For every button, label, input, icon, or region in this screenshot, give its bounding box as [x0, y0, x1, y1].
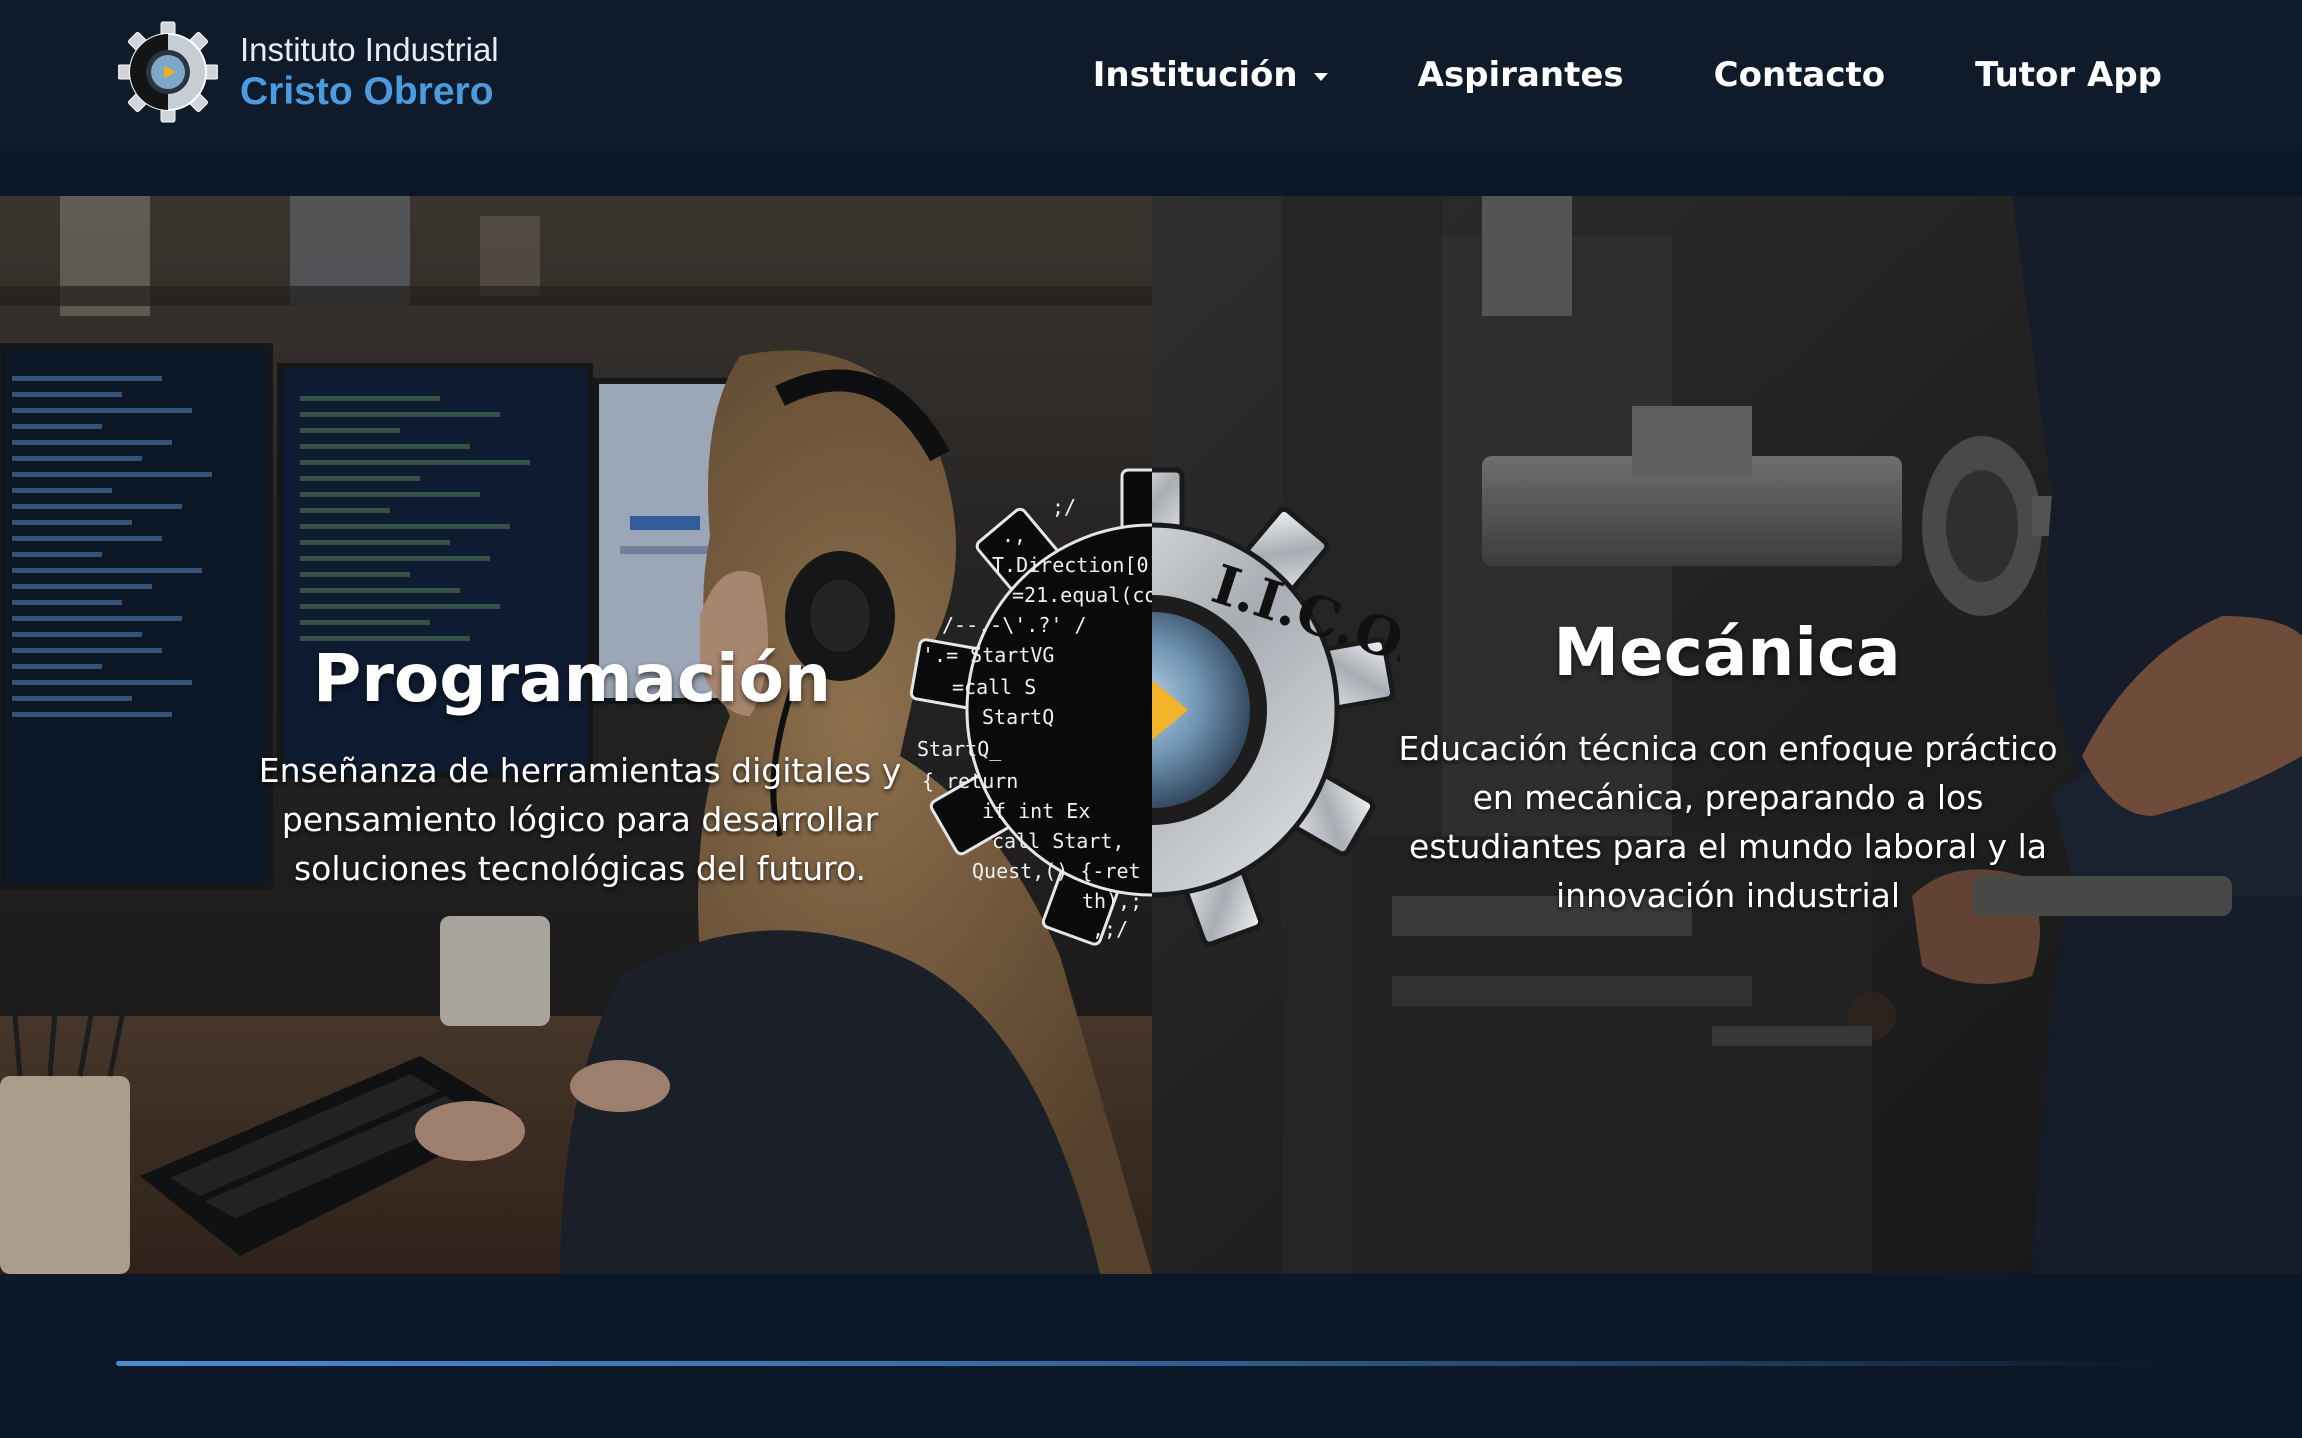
nav-item-tutor-app[interactable]: Tutor App [1975, 55, 2162, 95]
code-line: ;/ [1052, 495, 1076, 519]
programacion-title: Programación [0, 640, 1152, 717]
hero-section: I.I.C.O. ;/ ., T.Direction[0] =21.equal(… [0, 196, 2302, 1274]
code-line: call Start, [992, 829, 1124, 853]
code-line: { return [922, 769, 1018, 793]
iico-gear-logo-icon [118, 21, 218, 123]
nav-item-label: Institución [1092, 55, 1298, 95]
programacion-description: Enseñanza de herramientas digitales y pe… [258, 751, 902, 888]
brand-name-line1: Instituto Industrial [240, 31, 499, 68]
code-line: th),; [1082, 889, 1142, 913]
nav-item-aspirantes[interactable]: Aspirantes [1418, 55, 1624, 95]
brand-name-line2: Cristo Obrero [240, 70, 494, 113]
nav-item-label: Aspirantes [1417, 55, 1624, 95]
code-line: Quest,() {-ret [972, 859, 1141, 883]
programacion-title-text: Programación [313, 640, 831, 717]
nav-item-label: Tutor App [1975, 55, 2162, 95]
code-line: if int Ex [982, 799, 1090, 823]
code-line: =21.equal(co [1012, 583, 1157, 607]
code-line: ., [1002, 523, 1026, 547]
code-line: ,;/ [1092, 917, 1128, 941]
code-line: T.Direction[0] [992, 553, 1161, 577]
nav-item-institucion[interactable]: Institución [1093, 55, 1328, 95]
main-nav: Institución Aspirantes Contacto Tutor Ap… [1003, 0, 2162, 150]
site-header: Instituto Industrial Cristo Obrero Insti… [0, 0, 2302, 150]
mecanica-title: Mecánica [1553, 614, 1901, 691]
brand-home-link[interactable]: Instituto Industrial Cristo Obrero [118, 18, 499, 126]
caret-down-icon [1313, 73, 1328, 81]
code-line: StartQ_ [917, 737, 1002, 761]
mecanica-description: Educación técnica con enfoque práctico e… [1398, 729, 2058, 915]
nav-item-contacto[interactable]: Contacto [1714, 55, 1885, 95]
code-line: /--.-\'.?' / [942, 613, 1087, 637]
nav-item-label: Contacto [1713, 55, 1886, 95]
section-divider [116, 1361, 2166, 1366]
